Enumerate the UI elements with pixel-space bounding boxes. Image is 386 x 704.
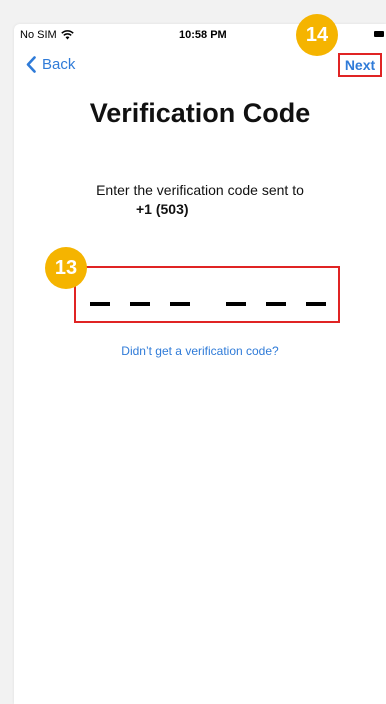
carrier-label: No SIM: [20, 29, 57, 41]
page-title: Verification Code: [89, 98, 311, 128]
carrier-info: No SIM: [20, 29, 74, 41]
code-digit-slot-1: [90, 302, 110, 306]
code-digit-slot-2: [130, 302, 150, 306]
step-badge-code: 13: [45, 247, 87, 289]
phone-number: +1 (503): [136, 201, 189, 217]
back-button[interactable]: Back: [26, 56, 75, 73]
chevron-left-icon: [26, 56, 36, 73]
code-digit-slot-6: [306, 302, 326, 306]
code-digit-slot-3: [170, 302, 190, 306]
wifi-icon: [60, 30, 74, 40]
back-label: Back: [42, 56, 76, 73]
phone-screen: No SIM 10:58 PM Back Next Verification C…: [14, 24, 386, 704]
next-button[interactable]: Next: [338, 53, 382, 77]
verification-code-input[interactable]: [74, 266, 340, 323]
step-badge-next: 14: [296, 14, 338, 56]
instruction-text: Enter the verification code sent to: [96, 182, 304, 198]
status-time: 10:58 PM: [179, 29, 227, 41]
battery-icon: [374, 31, 384, 37]
code-digit-slot-4: [226, 302, 246, 306]
code-digit-slot-5: [266, 302, 286, 306]
resend-code-link[interactable]: Didn’t get a verification code?: [14, 344, 386, 358]
